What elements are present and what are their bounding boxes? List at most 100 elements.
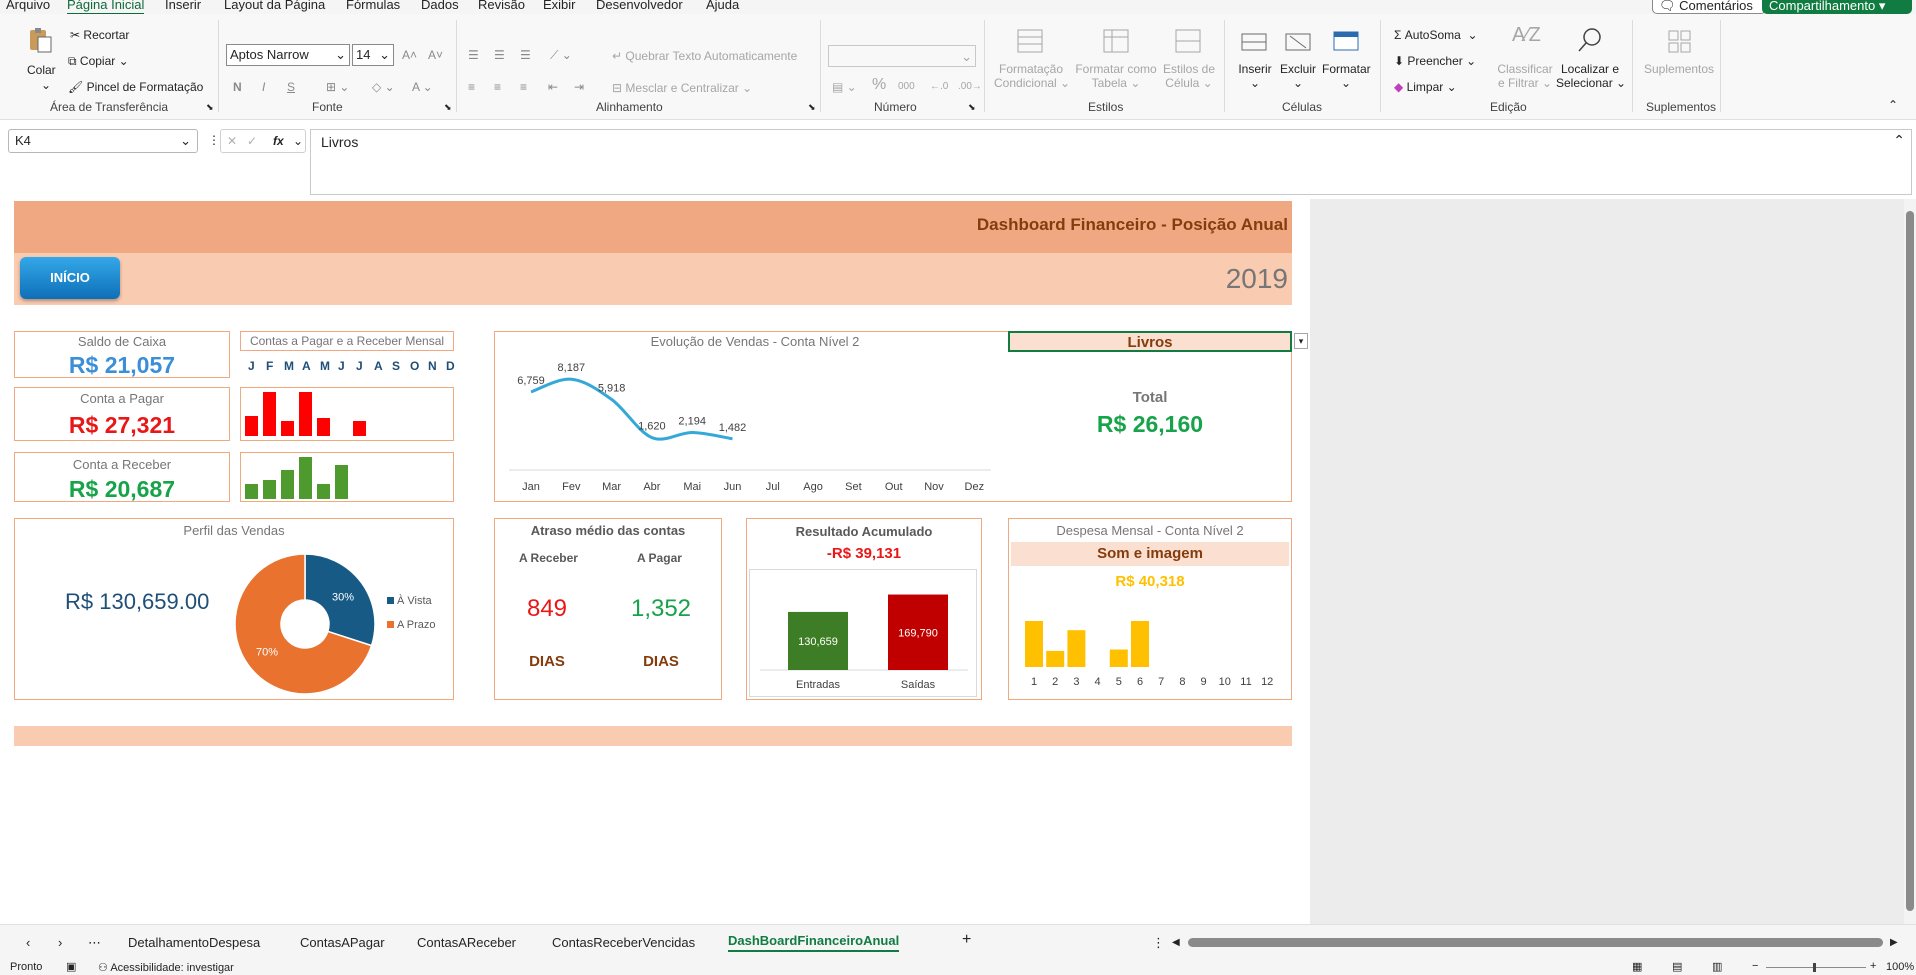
zoom-in-icon[interactable]: + bbox=[1870, 960, 1876, 972]
more-options-icon[interactable]: ⋮ bbox=[208, 133, 220, 147]
increase-decimal-icon[interactable]: ←.0 bbox=[930, 80, 948, 94]
delete-cells-icon[interactable] bbox=[1284, 28, 1312, 56]
insert-function-button[interactable]: fx bbox=[273, 134, 284, 148]
paste-icon[interactable] bbox=[26, 26, 54, 54]
formula-input[interactable]: Livros ⌃ bbox=[310, 129, 1912, 195]
zoom-level[interactable]: 100% bbox=[1886, 961, 1914, 973]
page-break-icon[interactable]: ▥ bbox=[1712, 960, 1722, 973]
sort-filter-button[interactable]: Classificar e Filtrar ⌄ bbox=[1494, 62, 1556, 90]
tab-contas-a-pagar[interactable]: ContasAPagar bbox=[300, 935, 385, 950]
tab-dashboard-financeiro-anual[interactable]: DashBoardFinanceiroAnual bbox=[728, 933, 900, 952]
name-box[interactable]: K4 ⌄ bbox=[8, 129, 198, 153]
find-select-button[interactable]: Localizar e Selecionar ⌄ bbox=[1556, 62, 1626, 90]
cut-button[interactable]: ✂ Recortar bbox=[70, 28, 129, 42]
confirm-icon[interactable]: ✓ bbox=[247, 134, 257, 148]
search-icon[interactable] bbox=[1576, 26, 1604, 54]
menu-desenvolvedor[interactable]: Desenvolvedor bbox=[596, 0, 683, 13]
fill-color-icon[interactable]: ◇ ⌄ bbox=[372, 80, 395, 94]
tab-contas-a-receber[interactable]: ContasAReceber bbox=[417, 935, 516, 950]
share-button[interactable]: Compartilhamento ▾ bbox=[1762, 0, 1912, 14]
normal-view-icon[interactable]: ▦ bbox=[1632, 960, 1642, 973]
tab-options-icon[interactable]: ⋮ bbox=[1152, 935, 1165, 951]
menu-arquivo[interactable]: Arquivo bbox=[6, 0, 50, 13]
cell-styles-button[interactable]: Estilos de Célula ⌄ bbox=[1160, 62, 1218, 90]
cancel-icon[interactable]: ✕ bbox=[227, 134, 237, 148]
worksheet[interactable]: Dashboard Financeiro - Posição Anual 201… bbox=[0, 199, 1310, 924]
conditional-format-button[interactable]: Formatação Condicional ⌄ bbox=[994, 62, 1070, 90]
delete-cells-button[interactable]: Excluir ⌄ bbox=[1278, 62, 1318, 90]
borders-icon[interactable]: ⊞ ⌄ bbox=[326, 80, 349, 94]
font-name-select[interactable]: Aptos Narrow ⌄ bbox=[226, 44, 350, 66]
merge-center-button[interactable]: ⊟ Mesclar e Centralizar ⌄ bbox=[612, 81, 752, 95]
sort-filter-icon[interactable]: A⁄Z bbox=[1512, 25, 1541, 45]
currency-icon[interactable]: ▤ ⌄ bbox=[832, 80, 857, 94]
horizontal-scroll-thumb[interactable] bbox=[1188, 938, 1883, 947]
format-cells-button[interactable]: Formatar ⌄ bbox=[1322, 62, 1371, 90]
tab-contas-receber-vencidas[interactable]: ContasReceberVencidas bbox=[552, 935, 695, 950]
font-color-icon[interactable]: A ⌄ bbox=[412, 80, 433, 94]
format-cells-icon[interactable] bbox=[1332, 26, 1360, 54]
menu-dados[interactable]: Dados bbox=[421, 0, 459, 13]
zoom-out-icon[interactable]: − bbox=[1752, 960, 1758, 972]
conditional-format-icon[interactable] bbox=[1016, 28, 1044, 56]
menu-exibir[interactable]: Exibir bbox=[543, 0, 576, 13]
menu-pagina-inicial[interactable]: Página Inicial bbox=[67, 0, 145, 15]
scroll-right-icon[interactable]: ▶ bbox=[1890, 937, 1898, 948]
tab-prev-icon[interactable]: ‹ bbox=[26, 935, 30, 950]
format-painter-button[interactable]: 🖌 Pincel de Formatação bbox=[68, 80, 203, 94]
tab-next-icon[interactable]: › bbox=[58, 935, 62, 950]
align-center-icon[interactable]: ≡ bbox=[494, 80, 501, 94]
align-right-icon[interactable]: ≡ bbox=[520, 80, 527, 94]
align-left-icon[interactable]: ≡ bbox=[468, 80, 475, 94]
dialog-launcher-icon[interactable]: ⬊ bbox=[444, 100, 452, 114]
tab-detalhamento-despesa[interactable]: DetalhamentoDespesa bbox=[128, 935, 260, 950]
dialog-launcher-icon[interactable]: ⬊ bbox=[206, 100, 214, 114]
align-bottom-icon[interactable]: ☰ bbox=[520, 48, 531, 62]
vertical-scrollbar[interactable] bbox=[1904, 199, 1916, 924]
category-selector-cell[interactable]: Livros bbox=[1008, 331, 1292, 352]
zoom-slider-thumb[interactable] bbox=[1813, 963, 1816, 972]
thousands-button[interactable]: 000 bbox=[898, 80, 915, 94]
comments-button[interactable]: 🗨 Comentários bbox=[1652, 0, 1766, 14]
grow-font-icon[interactable]: A˄ bbox=[402, 48, 417, 62]
align-top-icon[interactable]: ☰ bbox=[468, 48, 479, 62]
chevron-down-icon[interactable]: ⌄ bbox=[41, 78, 51, 92]
page-layout-icon[interactable]: ▤ bbox=[1672, 960, 1682, 973]
dropdown-arrow-icon[interactable]: ▾ bbox=[1294, 333, 1308, 349]
vertical-scroll-thumb[interactable] bbox=[1906, 211, 1914, 911]
insert-cells-icon[interactable] bbox=[1240, 28, 1268, 56]
font-size-select[interactable]: 14 ⌄ bbox=[352, 44, 394, 66]
dialog-launcher-icon[interactable]: ⬊ bbox=[968, 100, 976, 114]
paste-button[interactable]: Colar bbox=[27, 63, 56, 77]
decrease-indent-icon[interactable]: ⇤ bbox=[548, 80, 558, 94]
addins-button[interactable]: Suplementos bbox=[1644, 62, 1714, 76]
dialog-launcher-icon[interactable]: ⬊ bbox=[808, 100, 816, 114]
number-format-select[interactable]: ⌄ bbox=[828, 45, 976, 67]
format-table-button[interactable]: Formatar como Tabela ⌄ bbox=[1074, 62, 1158, 90]
more-tabs-icon[interactable]: ⋯ bbox=[88, 935, 101, 951]
menu-ajuda[interactable]: Ajuda bbox=[706, 0, 739, 13]
insert-cells-button[interactable]: Inserir ⌄ bbox=[1236, 62, 1274, 90]
accessibility-status[interactable]: ⚇ Acessibilidade: investigar bbox=[98, 961, 234, 974]
zoom-slider[interactable] bbox=[1766, 963, 1866, 972]
fill-button[interactable]: ⬇ Preencher ⌄ bbox=[1394, 54, 1476, 68]
collapse-ribbon-icon[interactable]: ⌃ bbox=[1888, 98, 1898, 112]
underline-button[interactable]: S bbox=[287, 80, 295, 94]
addins-icon[interactable] bbox=[1666, 28, 1694, 56]
decrease-decimal-icon[interactable]: .00→ bbox=[958, 80, 982, 94]
menu-inserir[interactable]: Inserir bbox=[165, 0, 201, 13]
menu-revisao[interactable]: Revisão bbox=[478, 0, 525, 13]
autosum-button[interactable]: Σ AutoSoma ⌄ bbox=[1394, 28, 1478, 42]
format-table-icon[interactable] bbox=[1102, 28, 1130, 56]
clear-button[interactable]: ◆ Limpar ⌄ bbox=[1394, 80, 1457, 94]
inicio-button[interactable]: INÍCIO bbox=[20, 257, 120, 299]
bold-button[interactable]: N bbox=[233, 80, 242, 94]
menu-layout[interactable]: Layout da Página bbox=[224, 0, 325, 13]
orientation-icon[interactable]: ⟋ ⌄ bbox=[550, 48, 572, 62]
macro-icon[interactable]: ▣ bbox=[66, 960, 76, 973]
cell-styles-icon[interactable] bbox=[1174, 28, 1202, 56]
italic-button[interactable]: I bbox=[262, 80, 265, 94]
menu-formulas[interactable]: Fórmulas bbox=[346, 0, 400, 13]
copy-button[interactable]: ⧉ Copiar ⌄ bbox=[68, 54, 129, 68]
increase-indent-icon[interactable]: ⇥ bbox=[574, 80, 584, 94]
